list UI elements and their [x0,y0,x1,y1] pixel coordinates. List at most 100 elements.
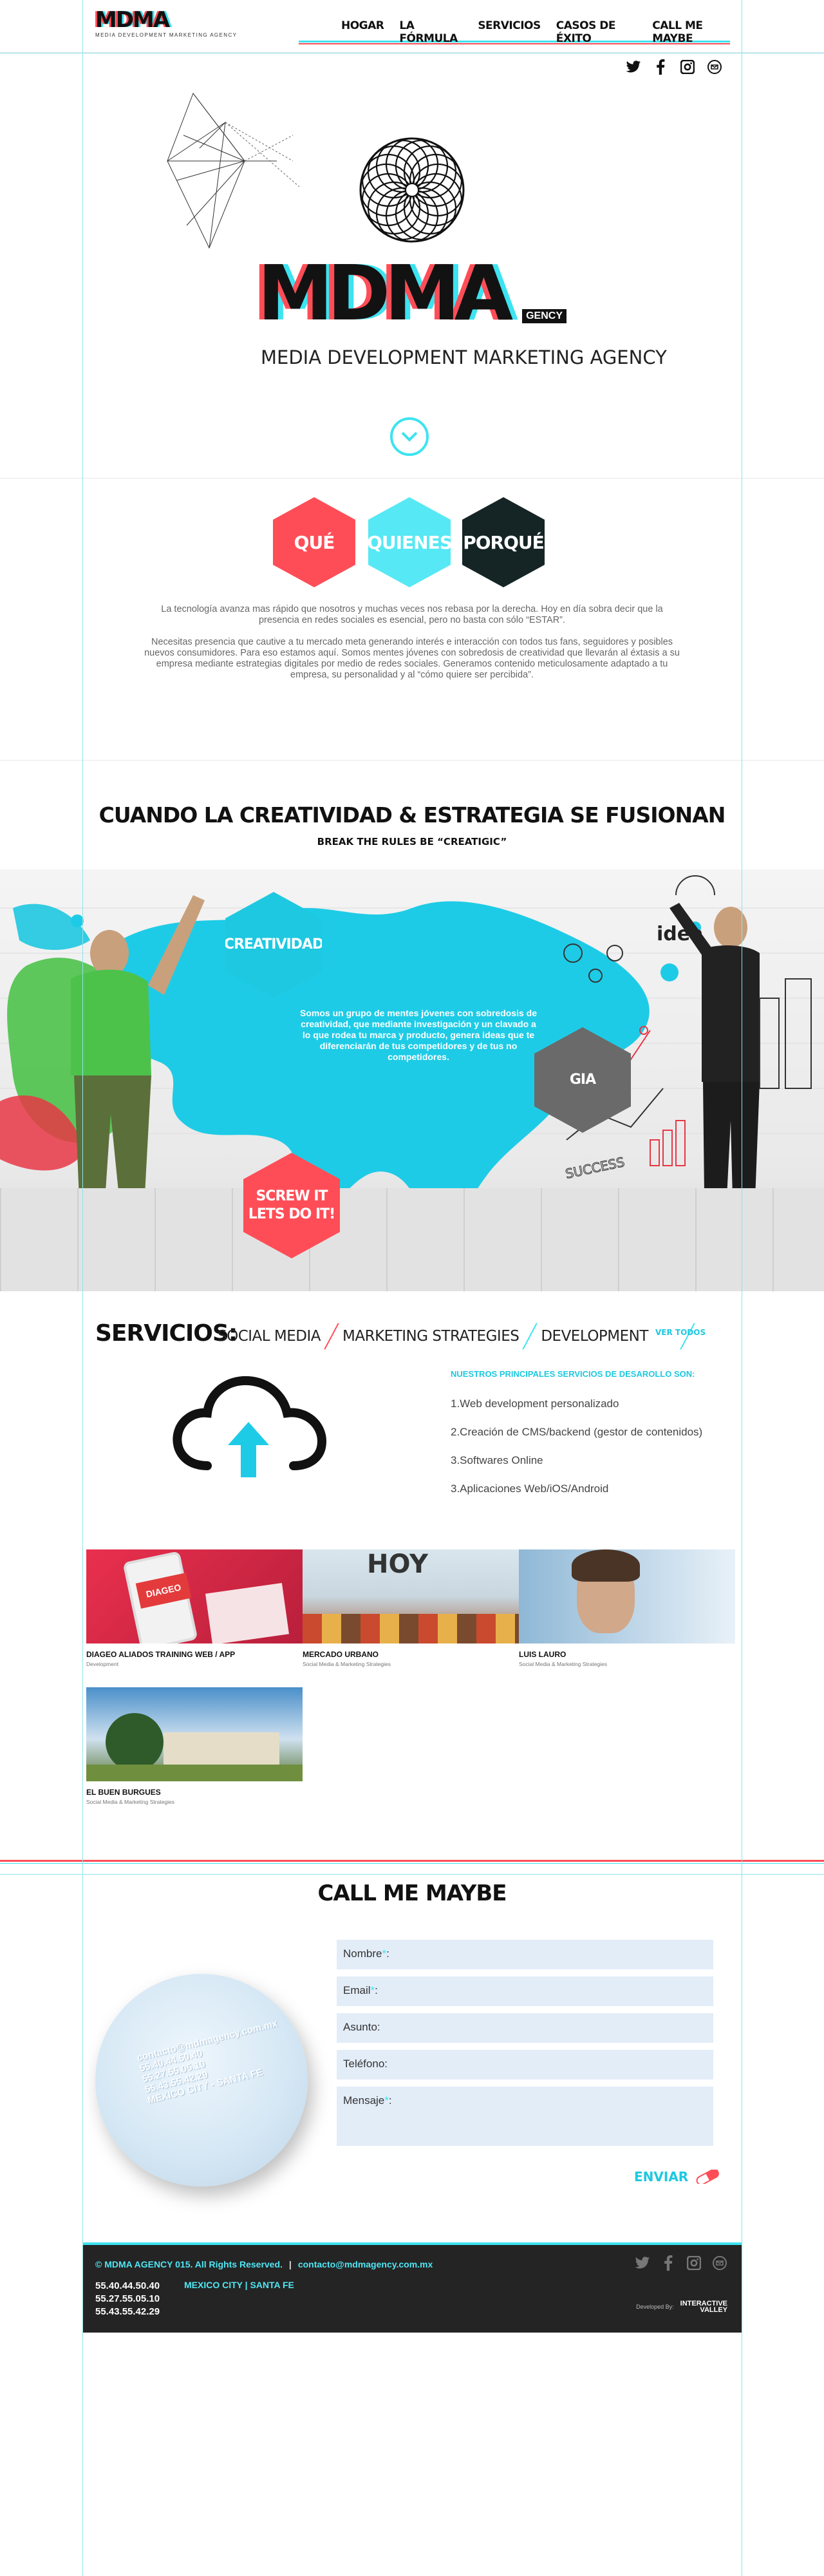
nav-item-casos-de-exito[interactable]: CASOS DE ÉXITO [556,19,637,45]
nav-item-la-formula[interactable]: LA FÓRMULA [399,19,462,45]
divider [0,1863,824,1864]
phone-field[interactable]: Teléfono: [337,2050,713,2079]
hex-label: QUIENES [367,531,452,553]
about-paragraph: Necesitas presencia que cautive a tu mer… [144,637,680,680]
instagram-icon[interactable] [679,58,697,76]
hero-tagline: MEDIA DEVELOPMENT MARKETING AGENCY [261,346,667,368]
hex-label: GIA [569,1072,596,1088]
hex-label: QUÉ [294,531,335,553]
contact-disc-text: contacto@mdmagency.com.mx 55.40.44.50.40… [135,2018,279,2107]
section-subheadline: BREAK THE RULES BE “CREATIGIC” [317,836,507,848]
subject-field[interactable]: Asunto: [337,2013,713,2043]
hex-label: CREATIVIDAD [223,936,324,952]
twitter-icon[interactable] [624,58,642,76]
portfolio-subtitle: Social Media & Marketing Strategies [86,1799,175,1805]
portfolio-card[interactable]: LUIS LAURO Social Media & Marketing Stra… [519,1549,735,1667]
hex-button-quienes[interactable]: QUIENES [368,497,451,587]
instagram-icon[interactable] [685,2254,703,2272]
phone-number: 55.40.44.50.40 [95,2280,160,2291]
tab-development[interactable]: DEVELOPMENT [541,1328,648,1345]
hero-logo-gency: GENCY [522,309,566,323]
tab-divider [324,1323,339,1350]
developer-logo[interactable]: INTERACTIVE VALLEY [680,2300,727,2314]
field-label: Asunto: [343,2021,380,2033]
hex-label: SCREW IT LETS DO IT! [248,1188,335,1222]
portfolio-subtitle: Social Media & Marketing Strategies [303,1661,391,1667]
portfolio-title: EL BUEN BURGUES [86,1788,161,1797]
required-mark: * [384,2094,389,2107]
ver-todos-link[interactable]: VER TODOS [655,1328,706,1337]
tab-divider [522,1323,538,1350]
field-label: Mensaje [343,2094,385,2107]
cloud-upload-icon [173,1376,327,1477]
portfolio-title: DIAGEO ALIADOS TRAINING WEB / APP [86,1650,236,1659]
main-nav: HOGAR LA FÓRMULA SERVICIOS CASOS DE ÉXIT… [299,19,730,45]
nav-item-call-me-maybe[interactable]: CALL ME MAYBE [652,19,730,45]
portfolio-image [519,1549,735,1643]
hero-logo-word: MDMA [258,249,513,337]
footer-phones: 55.40.44.50.40 55.27.55.05.10 55.43.55.4… [95,2280,160,2318]
scroll-down-button[interactable] [390,417,429,456]
tab-social-media[interactable]: SOCIAL MEDIA [218,1328,321,1345]
hex-label: PORQUÉ [463,531,545,553]
portfolio-subtitle: Social Media & Marketing Strategies [519,1661,608,1667]
facebook-icon[interactable] [651,58,670,76]
logo-word: MDMA [95,7,170,33]
about-paragraph: La tecnología avanza mas rápido que noso… [161,604,663,625]
copyright-text: © MDMA AGENCY 015. All Rights Reserved. [95,2259,283,2269]
developed-by-label: Developed By: [636,2304,674,2310]
contact-form: Nombre*: Email*: Asunto: Teléfono: Mensa… [337,1940,713,2153]
field-label: Email [343,1984,371,1996]
portfolio-card[interactable]: HOY MERCADO URBANO Social Media & Market… [303,1549,519,1667]
banner-copy: Somos un grupo de mentes jóvenes con sob… [300,1008,537,1062]
divider [0,1860,824,1862]
hex-button-porque[interactable]: PORQUÉ [462,497,545,587]
list-item: 1.Web development personalizado [451,1397,619,1410]
message-field[interactable]: Mensaje*: [337,2087,713,2146]
portfolio-card[interactable]: DIAGEO DIAGEO ALIADOS TRAINING WEB / APP… [86,1549,303,1667]
section-headline: CUANDO LA CREATIVIDAD & ESTRATEGIA SE FU… [98,802,726,828]
portfolio-image: DIAGEO [86,1549,303,1643]
name-field[interactable]: Nombre*: [337,1940,713,1969]
portfolio-title: MERCADO URBANO [303,1650,379,1659]
phone-number: 55.27.55.05.10 [95,2293,160,2304]
guide-line [82,0,83,2576]
list-item: 2.Creación de CMS/backend (gestor de con… [451,1426,703,1438]
contact-title: CALL ME MAYBE [317,1880,507,1906]
logo-subtitle: MEDIA DEVELOPMENT MARKETING AGENCY [95,32,238,38]
logo[interactable]: MDMA MEDIA DEVELOPMENT MARKETING AGENCY [95,9,237,38]
email-icon[interactable] [706,58,724,76]
services-list-title: NUESTROS PRINCIPALES SERVICIOS DE DESARO… [451,1369,695,1379]
separator: | [288,2259,292,2269]
portfolio-subtitle: Development [86,1661,119,1667]
field-suffix: : [386,1947,389,1960]
twitter-icon[interactable] [633,2254,651,2272]
nav-item-hogar[interactable]: HOGAR [341,19,384,45]
site-footer: © MDMA AGENCY 015. All Rights Reserved. |… [82,2242,742,2333]
email-field[interactable]: Email*: [337,1976,713,2006]
facebook-icon[interactable] [659,2254,677,2272]
hero-logo: MDMA GENCY [258,249,566,337]
geometric-lines-illustration [167,92,300,249]
divider [0,760,824,761]
success-doodle-text: SUCCESS [564,1154,626,1182]
portfolio-card[interactable]: EL BUEN BURGUES Social Media & Marketing… [86,1687,303,1805]
send-button[interactable]: ENVIAR [634,2169,722,2184]
floor [0,1188,824,1291]
email-icon[interactable] [711,2254,729,2272]
portfolio-title: LUIS LAURO [519,1650,566,1659]
portfolio-image: HOY [303,1549,519,1643]
hero-banner-image: idea SUCCESS CREATIVIDAD GIA SCREW IT LE… [0,869,824,1291]
idea-doodle-text: idea [657,923,703,945]
phone-number: 55.43.55.42.29 [95,2306,160,2317]
services-title: SERVICIOS: [95,1320,238,1347]
field-label: Nombre [343,1947,382,1960]
portfolio-image [86,1687,303,1781]
tab-marketing-strategies[interactable]: MARKETING STRATEGIES [342,1328,520,1345]
developer-credit: Developed By: INTERACTIVE VALLEY [636,2300,727,2314]
nav-item-servicios[interactable]: SERVICIOS [478,19,541,45]
contact-disc-graphic: contacto@mdmagency.com.mx 55.40.44.50.40… [95,1974,308,2186]
send-label: ENVIAR [634,2169,689,2184]
footer-email-link[interactable]: contacto@mdmagency.com.mx [298,2259,433,2269]
hex-button-que[interactable]: QUÉ [273,497,355,587]
